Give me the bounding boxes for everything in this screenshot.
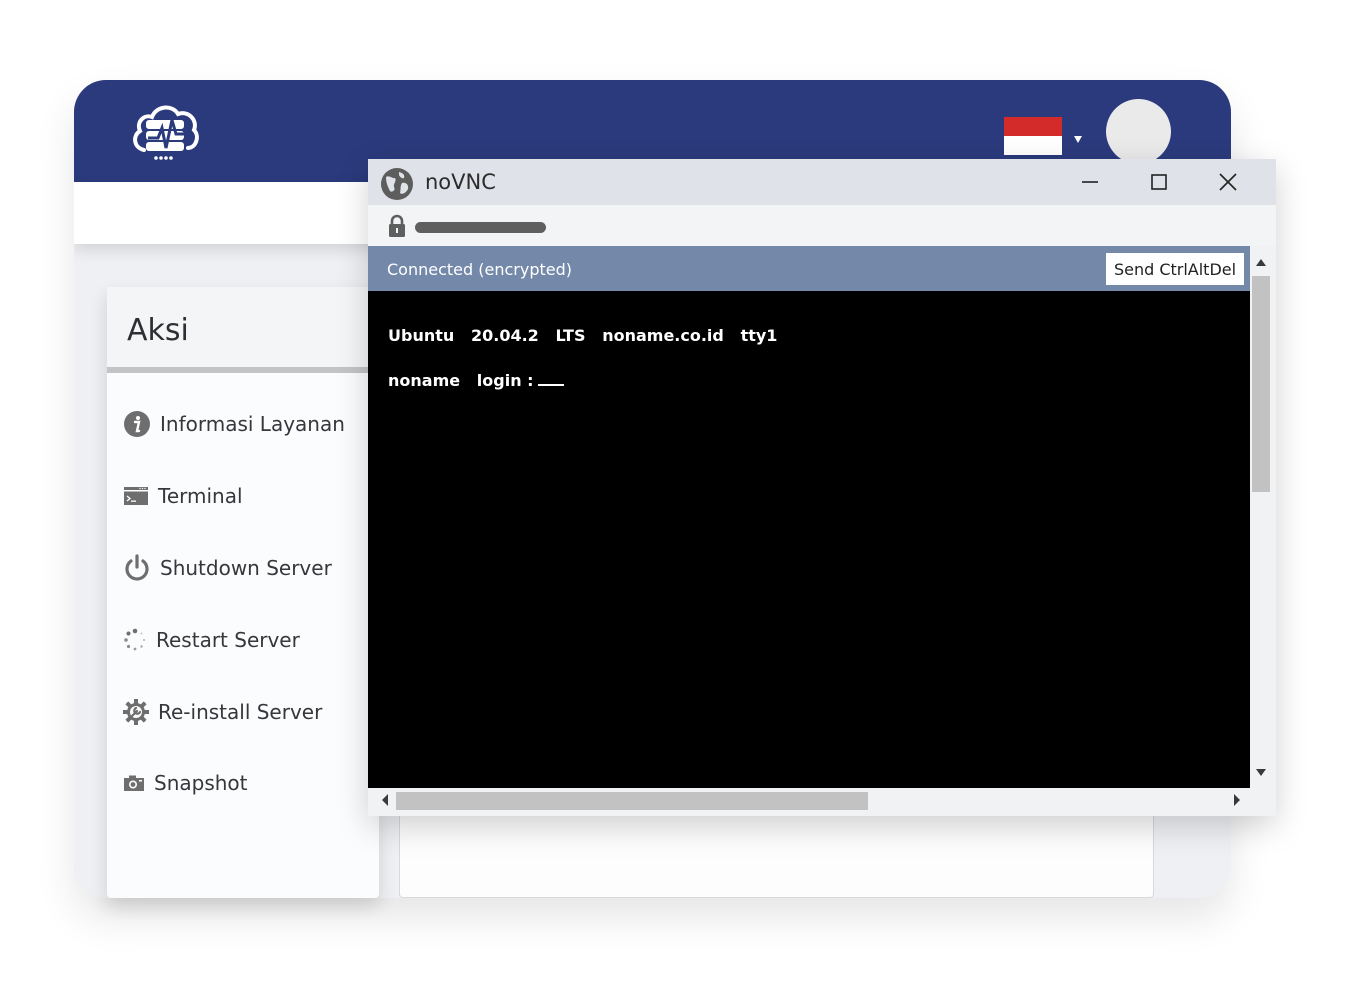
aksi-item-snapshot[interactable]: Snapshot: [123, 771, 248, 795]
minimize-icon: [1082, 181, 1098, 183]
minimize-button[interactable]: [1070, 167, 1110, 197]
remote-screen[interactable]: Ubuntu 20.04.2 LTS noname.co.id tty1 non…: [368, 291, 1250, 788]
spinner-icon: [124, 628, 145, 651]
aksi-title: Aksi: [127, 313, 189, 348]
lock-icon: [389, 214, 405, 237]
scroll-left-arrow-icon[interactable]: [382, 794, 388, 806]
horizontal-scrollbar-thumb[interactable]: [396, 792, 868, 810]
aksi-item-label: Shutdown Server: [160, 556, 332, 580]
aksi-panel: Aksi Informasi Layanan Terminal Shutdown…: [107, 287, 379, 898]
novnc-window: noVNC Connected (encrypted) Send CtrlAlt…: [368, 159, 1276, 816]
scroll-up-arrow-icon[interactable]: [1256, 259, 1266, 266]
text-cursor: [537, 384, 564, 386]
flag-red-stripe: [1004, 117, 1062, 136]
maximize-button[interactable]: [1139, 167, 1179, 197]
chevron-down-icon[interactable]: [1074, 136, 1082, 143]
send-ctrl-alt-del-button[interactable]: Send CtrlAltDel: [1106, 253, 1244, 285]
maximize-icon: [1151, 174, 1167, 190]
aksi-item-informasi-layanan[interactable]: Informasi Layanan: [123, 410, 345, 438]
aksi-item-terminal[interactable]: Terminal: [123, 484, 243, 508]
login-prompt-text: noname login :: [388, 371, 534, 390]
vertical-scrollbar-thumb[interactable]: [1252, 276, 1270, 492]
close-button[interactable]: [1208, 167, 1248, 197]
window-title: noVNC: [425, 170, 496, 194]
aksi-item-restart-server[interactable]: Restart Server: [123, 628, 300, 652]
aksi-item-label: Informasi Layanan: [160, 412, 345, 436]
aksi-item-shutdown-server[interactable]: Shutdown Server: [123, 554, 332, 582]
power-icon: [125, 554, 149, 581]
cloud-server-logo-icon[interactable]: [130, 98, 202, 162]
user-avatar[interactable]: [1106, 99, 1171, 164]
flag-white-stripe: [1004, 136, 1062, 155]
aksi-item-label: Restart Server: [156, 628, 300, 652]
address-url-redacted[interactable]: [415, 222, 546, 233]
globe-icon: [381, 168, 413, 200]
close-icon: [1219, 173, 1237, 191]
info-icon: [124, 411, 150, 437]
connection-status: Connected (encrypted): [387, 260, 572, 279]
aksi-item-reinstall-server[interactable]: Re-install Server: [123, 699, 322, 725]
scroll-right-arrow-icon[interactable]: [1234, 794, 1240, 806]
aksi-item-label: Snapshot: [154, 771, 248, 795]
camera-icon: [124, 775, 144, 791]
terminal-banner: Ubuntu 20.04.2 LTS noname.co.id tty1: [388, 326, 778, 345]
terminal-icon: [124, 487, 148, 505]
aksi-item-label: Re-install Server: [158, 700, 323, 724]
aksi-item-label: Terminal: [158, 484, 243, 508]
terminal-login-prompt: noname login :: [388, 371, 564, 390]
language-flag-indonesia[interactable]: [1004, 117, 1062, 155]
aksi-header: Aksi: [107, 287, 379, 373]
scroll-down-arrow-icon[interactable]: [1256, 769, 1266, 776]
gear-wrench-icon: [123, 699, 149, 725]
